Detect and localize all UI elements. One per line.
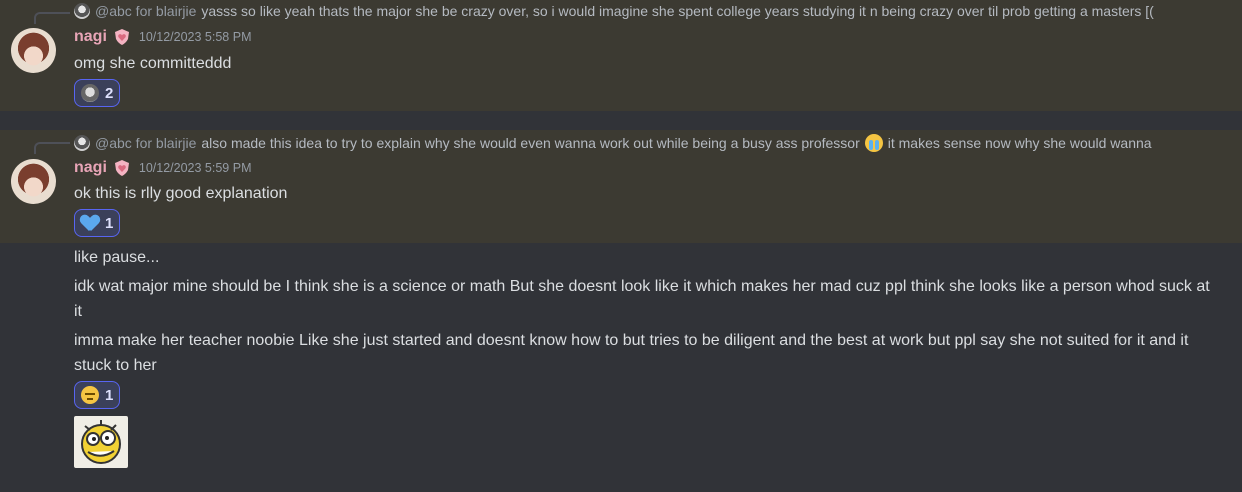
- avatar[interactable]: [11, 159, 56, 204]
- reply-author[interactable]: @abc for blairjie: [95, 3, 196, 19]
- blue-heart-emoji-icon: [81, 215, 99, 231]
- message-highlighted[interactable]: @abc for blairjie also made this idea to…: [0, 130, 1242, 243]
- message-header: nagi 10/12/2023 5:59 PM: [74, 159, 251, 177]
- followup-message: imma make her teacher noobie Like she ju…: [74, 332, 1189, 374]
- reply-avatar: [74, 3, 90, 19]
- message-content: omg she committeddd: [74, 55, 232, 72]
- sticker-image: [81, 420, 121, 464]
- reply-preview[interactable]: @abc for blairjie also made this idea to…: [74, 133, 1224, 153]
- reply-text-continued[interactable]: it makes sense now why she would wanna: [888, 135, 1152, 151]
- username[interactable]: nagi: [74, 159, 107, 177]
- timestamp: 10/12/2023 5:59 PM: [138, 161, 252, 175]
- reply-preview[interactable]: @abc for blairjie yasss so like yeah tha…: [74, 1, 1224, 21]
- reply-author[interactable]: @abc for blairjie: [95, 135, 196, 151]
- reaction-count: 1: [105, 386, 114, 404]
- message-highlighted[interactable]: @abc for blairjie yasss so like yeah tha…: [0, 0, 1242, 111]
- username[interactable]: nagi: [74, 28, 107, 46]
- shield-heart-icon[interactable]: [113, 159, 131, 177]
- reply-spine: [34, 142, 70, 154]
- reaction-count: 2: [105, 84, 114, 102]
- reaction-button[interactable]: 1: [74, 209, 121, 237]
- reaction-button[interactable]: 2: [74, 79, 121, 107]
- shield-heart-icon[interactable]: [113, 28, 131, 46]
- message-content: ok this is rlly good explanation: [74, 185, 288, 202]
- followup-message: like pause...: [74, 249, 160, 266]
- custom-emoji-icon: [81, 84, 99, 102]
- reply-spine: [34, 12, 70, 24]
- timestamp: 10/12/2023 5:58 PM: [138, 30, 252, 44]
- avatar[interactable]: [11, 28, 56, 73]
- message-header: nagi 10/12/2023 5:58 PM: [74, 28, 251, 46]
- reaction-button[interactable]: 1: [74, 381, 121, 409]
- reaction-count: 1: [105, 214, 114, 232]
- sob-emoji-icon: [864, 134, 883, 152]
- reply-avatar: [74, 135, 90, 151]
- reply-text[interactable]: yasss so like yeah thats the major she b…: [201, 3, 1153, 19]
- pensive-emoji-icon: [81, 386, 99, 404]
- followup-message: idk wat major mine should be I think she…: [74, 278, 1210, 320]
- reply-text[interactable]: also made this idea to try to explain wh…: [201, 135, 859, 151]
- dizzy-face-sticker[interactable]: [74, 416, 128, 468]
